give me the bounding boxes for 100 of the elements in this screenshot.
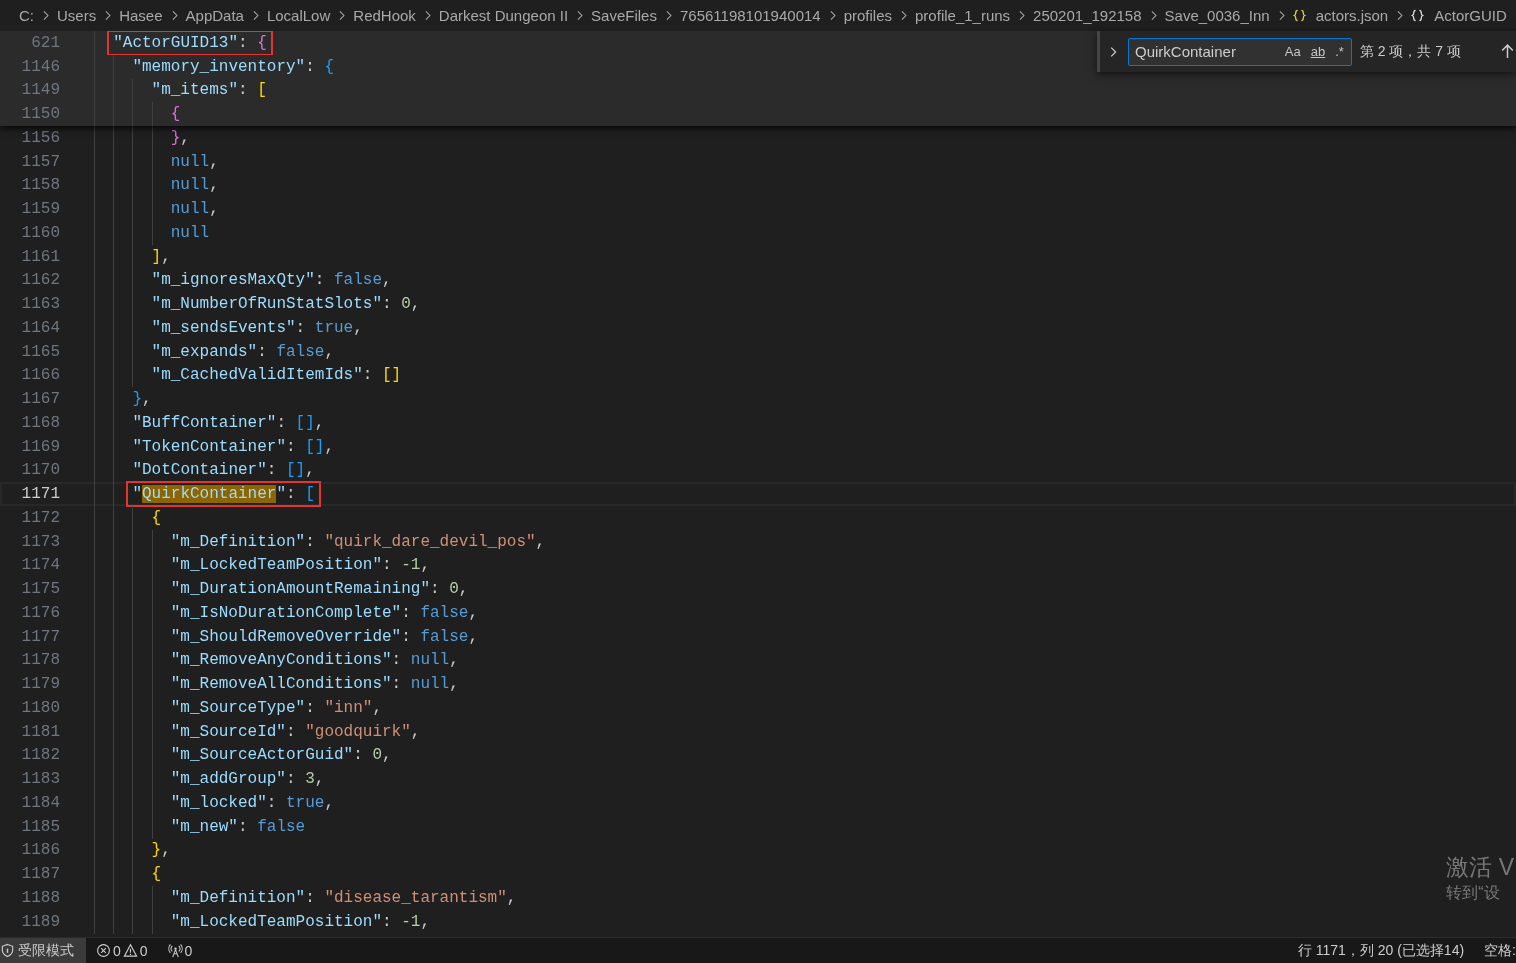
- breadcrumb-item[interactable]: 250201_192158: [1032, 7, 1143, 24]
- code-line: {: [151, 508, 162, 527]
- code-line: "m_addGroup": 3,: [170, 770, 325, 789]
- line-number: 1166: [20, 366, 60, 385]
- line-number: 1160: [20, 223, 60, 242]
- code-line: "m_SourceActorGuid": 0,: [170, 746, 392, 765]
- port-count: 0: [184, 942, 193, 959]
- code-line: "TokenContainer": [],: [132, 437, 334, 456]
- line-number: 1177: [20, 627, 60, 646]
- code-line: "DotContainer": [],: [132, 461, 315, 480]
- code-line: {: [170, 105, 181, 124]
- code-line: "m_locked": true,: [170, 793, 334, 812]
- line-number: 1146: [20, 57, 60, 76]
- breadcrumb-item[interactable]: profiles: [842, 7, 894, 24]
- warning-icon: [122, 943, 138, 958]
- code-line: "m_DurationAmountRemaining": 0,: [170, 580, 469, 599]
- arrow-up-icon[interactable]: [1499, 43, 1516, 60]
- breadcrumb-item[interactable]: Hasee: [118, 7, 164, 24]
- problems-button[interactable]: 0 0: [96, 942, 148, 959]
- line-number: 1181: [20, 722, 60, 741]
- line-number: 1158: [20, 176, 60, 195]
- line-number: 1189: [20, 912, 60, 931]
- code-line: "m_ignoresMaxQty": false,: [151, 271, 392, 290]
- code-line: {: [151, 865, 162, 884]
- line-number: 1170: [20, 461, 60, 480]
- shield-icon: [0, 943, 15, 958]
- object-symbol-icon: [1410, 8, 1426, 23]
- line-number: 1162: [20, 271, 60, 290]
- line-number: 1171: [20, 485, 60, 504]
- code-line: },: [170, 128, 190, 147]
- cursor-position[interactable]: 行 1171，列 20 (已选择14): [1297, 941, 1465, 960]
- search-field[interactable]: QuirkContainer Aa ab .*: [1128, 37, 1352, 66]
- code-line: "m_items": [: [151, 81, 267, 100]
- line-number: 1156: [20, 128, 60, 147]
- code-line: "m_IsNoDurationComplete": false,: [170, 603, 478, 622]
- code-line: "m_Definition": "quirk_dare_devil_pos",: [170, 532, 546, 551]
- breadcrumb-item[interactable]: AppData: [184, 7, 245, 24]
- search-option-toggle[interactable]: Aa: [1283, 44, 1302, 59]
- line-number: 1182: [20, 746, 60, 765]
- line-number: 1188: [20, 888, 60, 907]
- code-line: "QuirkContainer": [: [132, 485, 315, 504]
- breadcrumb-item[interactable]: C:: [18, 7, 35, 24]
- breadcrumb-item[interactable]: 76561198101940014: [678, 7, 822, 24]
- line-number: 1163: [20, 295, 60, 314]
- code-line: "m_RemoveAllConditions": null,: [170, 675, 459, 694]
- breadcrumb-item[interactable]: profile_1_runs: [914, 7, 1012, 24]
- indentation-setting[interactable]: 空格:: [1484, 941, 1516, 960]
- warning-count: 0: [139, 942, 148, 959]
- line-number: 1180: [20, 698, 60, 717]
- code-line: "m_sendsEvents": true,: [151, 318, 363, 337]
- code-line: null,: [170, 176, 219, 195]
- code-line: "m_LockedTeamPosition": -1,: [170, 912, 430, 931]
- code-line: "ActorGUID13": {: [113, 33, 267, 52]
- code-line: "m_expands": false,: [151, 342, 334, 361]
- code-line: },: [151, 841, 171, 860]
- line-number: 1161: [20, 247, 60, 266]
- line-number: 1173: [20, 532, 60, 551]
- line-number: 621: [30, 33, 60, 52]
- code-line: ],: [151, 247, 171, 266]
- line-number: 1186: [20, 841, 60, 860]
- code-line: null,: [170, 200, 219, 219]
- line-number: 1172: [20, 508, 60, 527]
- code-line: "m_ShouldRemoveOverride": false,: [170, 627, 478, 646]
- activation-title: 激活 V: [1446, 853, 1514, 882]
- breadcrumb-item[interactable]: ActorGUID: [1433, 7, 1508, 24]
- code-line: "m_new": false: [170, 817, 306, 836]
- breadcrumb-item[interactable]: SaveFiles: [590, 7, 658, 24]
- code-line: "m_RemoveAnyConditions": null,: [170, 651, 459, 670]
- line-number: 1179: [20, 675, 60, 694]
- line-number: 1168: [20, 413, 60, 432]
- line-number: 1183: [20, 770, 60, 789]
- search-option-toggle[interactable]: ab: [1309, 44, 1327, 59]
- json-file-icon: [1291, 8, 1307, 23]
- match-count: 第 2 项，共 7 项: [1359, 42, 1461, 61]
- ports-button[interactable]: 0: [167, 942, 193, 959]
- line-number: 1149: [20, 81, 60, 100]
- line-number: 1176: [20, 603, 60, 622]
- breadcrumb-item[interactable]: Darkest Dungeon II: [437, 7, 570, 24]
- line-number: 1175: [20, 580, 60, 599]
- breadcrumb-item[interactable]: actors.json: [1314, 7, 1390, 24]
- breadcrumb-item[interactable]: Users: [56, 7, 98, 24]
- line-number: 1174: [20, 556, 60, 575]
- restricted-mode-label: 受限模式: [18, 941, 74, 960]
- restricted-mode-button[interactable]: 受限模式: [0, 938, 86, 963]
- code-line: "memory_inventory": {: [132, 57, 334, 76]
- line-number: 1184: [20, 793, 60, 812]
- line-number: 1167: [20, 390, 60, 409]
- code-line: "m_SourceId": "goodquirk",: [170, 722, 421, 741]
- breadcrumb-item[interactable]: LocalLow: [265, 7, 332, 24]
- line-number: 1185: [20, 817, 60, 836]
- antenna-icon: [167, 943, 183, 958]
- breadcrumb-item[interactable]: RedHook: [352, 7, 417, 24]
- line-number: 1165: [20, 342, 60, 361]
- breadcrumb-item[interactable]: Save_0036_Inn: [1163, 7, 1271, 24]
- line-number: 1178: [20, 651, 60, 670]
- line-number: 1164: [20, 318, 60, 337]
- search-option-toggle[interactable]: .*: [1334, 44, 1345, 59]
- code-line: "m_LockedTeamPosition": -1,: [170, 556, 430, 575]
- code-line: null: [170, 223, 210, 242]
- code-line: null,: [170, 152, 219, 171]
